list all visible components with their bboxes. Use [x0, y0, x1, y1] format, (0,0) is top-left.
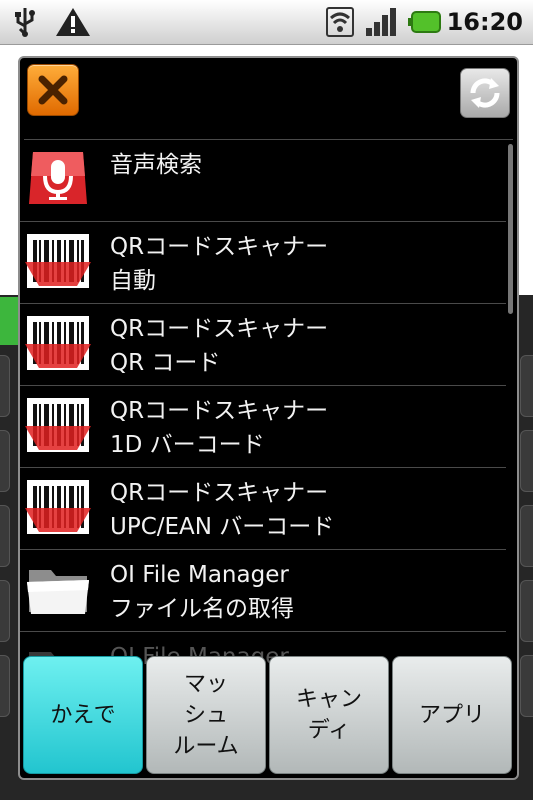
background-key: [520, 505, 533, 567]
refresh-button[interactable]: [460, 68, 510, 118]
warning-icon: [56, 8, 90, 36]
background-key: [0, 655, 10, 717]
list-item-text: QRコードスキャナー 1D バーコード: [110, 394, 328, 462]
folder-icon: [27, 570, 89, 614]
item-title: QRコードスキャナー: [110, 234, 329, 260]
item-subtitle: ファイル名の取得: [110, 596, 294, 622]
tab-label-line: キャン: [295, 687, 362, 712]
app-picker-dialog: 音声検索 QRコードスキャナー 自動 QRコードスキャナー QR コード QRコ…: [18, 56, 519, 780]
clock: 16:20: [446, 8, 523, 36]
tab-kaede[interactable]: かえで: [23, 656, 143, 774]
barcode-icon: [25, 398, 91, 452]
tab-label: キャン ディ: [296, 684, 362, 746]
tab-label-line: ディ: [307, 718, 351, 743]
app-list: 音声検索 QRコードスキャナー 自動 QRコードスキャナー QR コード QRコ…: [20, 140, 517, 680]
list-item-text: 音声検索: [110, 148, 202, 182]
item-subtitle: UPC/EAN バーコード: [110, 514, 335, 540]
background-key: [0, 580, 10, 642]
barcode-icon: [25, 234, 91, 288]
list-item-text: QRコードスキャナー 自動: [110, 230, 328, 298]
item-subtitle: 1D バーコード: [110, 432, 265, 458]
microphone-icon: [29, 152, 87, 204]
close-button[interactable]: [27, 64, 79, 116]
background-key: [520, 655, 533, 717]
list-item-voice-search[interactable]: 音声検索: [20, 140, 506, 222]
signal-icon: [366, 8, 396, 36]
usb-icon: [15, 8, 35, 37]
tab-label: マッ シュ ルーム: [173, 669, 238, 762]
list-scrollbar[interactable]: [508, 144, 513, 314]
wifi-icon: [326, 7, 354, 37]
tab-label: アプリ: [418, 702, 485, 728]
list-item-1d-barcode[interactable]: QRコードスキャナー 1D バーコード: [20, 386, 506, 468]
close-icon: [38, 75, 68, 105]
tab-candy[interactable]: キャン ディ: [269, 656, 389, 774]
list-item-upc-ean-barcode[interactable]: QRコードスキャナー UPC/EAN バーコード: [20, 468, 506, 550]
list-item-text: OI File Manager ファイル名の取得: [110, 558, 294, 626]
background-key: [0, 355, 10, 417]
item-title: QRコードスキャナー: [110, 398, 329, 424]
tab-label-line: マッ: [183, 671, 228, 697]
item-title: QRコードスキャナー: [110, 480, 329, 506]
status-bar: 16:20: [0, 0, 533, 45]
tab-label-line: ルーム: [173, 733, 239, 759]
item-subtitle: QR コード: [110, 350, 221, 376]
battery-icon: [408, 11, 441, 33]
list-item-file-manager[interactable]: OI File Manager ファイル名の取得: [20, 550, 506, 632]
candidate-tab-bar: かえで マッ シュ ルーム キャン ディ アプリ: [20, 656, 517, 778]
background-key: [520, 430, 533, 492]
item-subtitle: 自動: [110, 268, 156, 294]
item-title: 音声検索: [110, 152, 202, 178]
tab-label: かえで: [50, 702, 116, 728]
background-key: [0, 430, 10, 492]
item-title: OI File Manager: [110, 562, 289, 588]
list-item-text: QRコードスキャナー QR コード: [110, 312, 328, 380]
refresh-icon: [470, 78, 500, 108]
barcode-icon: [25, 316, 91, 370]
barcode-icon: [25, 480, 91, 534]
list-item-qr-code[interactable]: QRコードスキャナー QR コード: [20, 304, 506, 386]
background-green-bar: [0, 297, 20, 345]
background-key: [0, 505, 10, 567]
list-item-qr-auto[interactable]: QRコードスキャナー 自動: [20, 222, 506, 304]
dialog-header: [20, 58, 517, 140]
tab-mushroom[interactable]: マッ シュ ルーム: [146, 656, 266, 774]
background-key: [520, 355, 533, 417]
tab-label-line: シュ: [183, 702, 228, 728]
tab-apps[interactable]: アプリ: [392, 656, 512, 774]
background-key: [520, 580, 533, 642]
list-item-text: QRコードスキャナー UPC/EAN バーコード: [110, 476, 334, 544]
item-title: QRコードスキャナー: [110, 316, 329, 342]
